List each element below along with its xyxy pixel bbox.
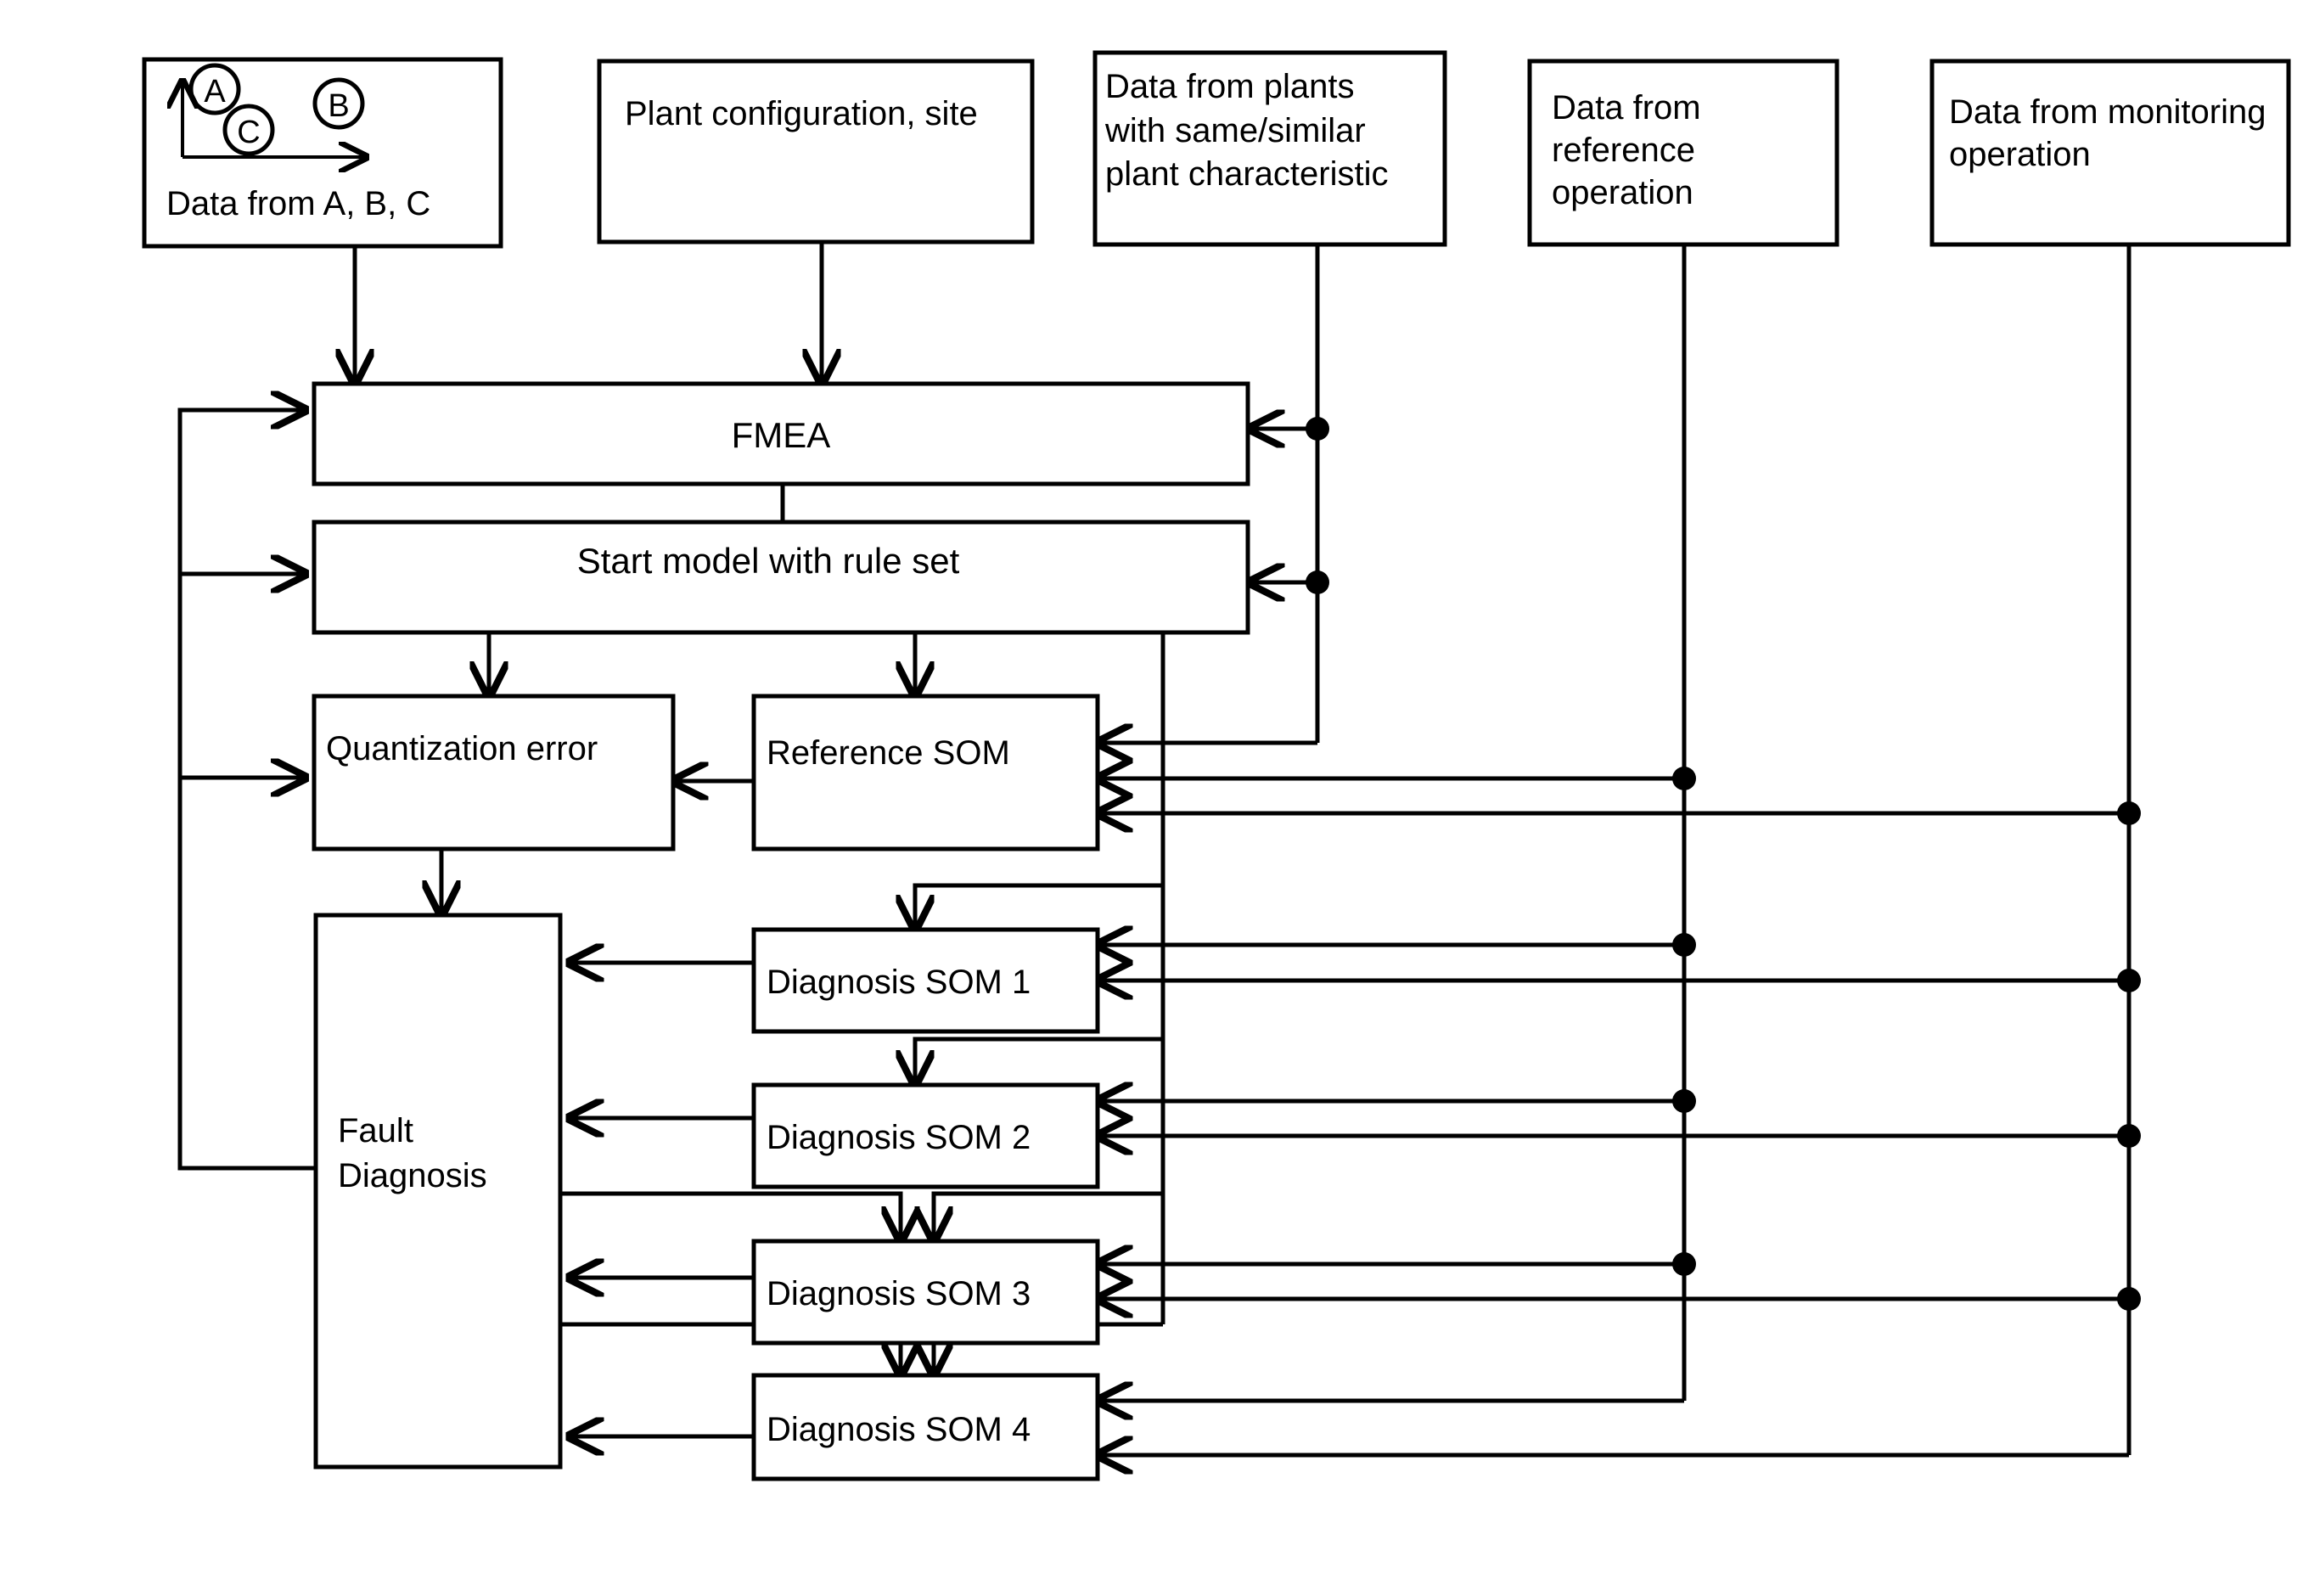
source-box-data-abc[interactable]: A C B Data from A, B, C: [142, 57, 503, 249]
flow-diagram-svg: A C B Data from A, B, C Plant configurat…: [142, 50, 2291, 1481]
junction-dot-fmea: [1306, 417, 1329, 441]
source-box-plant-config-label: Plant configuration, site: [625, 95, 978, 132]
process-box-start-model[interactable]: Start model with rule set: [312, 520, 1250, 635]
process-box-diagnosis-som-4[interactable]: Diagnosis SOM 4: [751, 1373, 1100, 1481]
process-box-diagnosis-som-2-label: Diagnosis SOM 2: [767, 1119, 1031, 1156]
flow-diagram-canvas: A C B Data from A, B, C Plant configurat…: [0, 0, 2314, 1596]
edge-start-model-to-som2-top: [915, 1037, 1163, 1085]
process-box-diagnosis-som-4-label: Diagnosis SOM 4: [767, 1411, 1031, 1448]
source-box-data-reference-line1: Data from: [1552, 89, 1701, 126]
junction-dot-reference-som-ref: [1672, 767, 1696, 790]
process-box-start-model-label: Start model with rule set: [577, 541, 960, 581]
junction-dot-reference-som-mon: [2117, 801, 2141, 825]
process-box-diagnosis-som-3-label: Diagnosis SOM 3: [767, 1275, 1031, 1312]
junction-dot-som2-mon: [2117, 1124, 2141, 1148]
edge-start-model-to-som3-top: [934, 1191, 1163, 1241]
process-box-diagnosis-som-3[interactable]: Diagnosis SOM 3: [751, 1239, 1100, 1346]
process-box-fmea[interactable]: FMEA: [312, 381, 1250, 486]
edge-start-model-to-som1-top: [915, 883, 1163, 930]
source-box-data-plants-line3: plant characteristic: [1105, 155, 1388, 193]
source-box-data-plants-line1: Data from plants: [1105, 68, 1354, 105]
process-box-fault-diagnosis-line1: Fault: [338, 1112, 413, 1149]
source-box-data-monitoring[interactable]: Data from monitoring operation: [1929, 59, 2291, 247]
source-box-plant-config-rect: [597, 59, 1035, 244]
process-box-quantization-error[interactable]: Quantization error: [312, 694, 676, 851]
process-box-reference-som[interactable]: Reference SOM: [751, 694, 1100, 851]
source-box-plant-config[interactable]: Plant configuration, site: [597, 59, 1035, 244]
legend-letter-b: B: [328, 88, 349, 124]
source-box-data-reference[interactable]: Data from reference operation: [1527, 59, 1839, 247]
junction-dot-start-model: [1306, 570, 1329, 594]
source-box-data-monitoring-line1: Data from monitoring: [1949, 93, 2266, 131]
process-box-quantization-error-label: Quantization error: [326, 730, 598, 767]
process-box-fault-diagnosis[interactable]: Fault Diagnosis: [313, 913, 563, 1470]
edge-fault-diagnosis-to-som3-top: [560, 1191, 901, 1241]
source-box-data-monitoring-line2: operation: [1949, 136, 2091, 173]
process-box-reference-som-rect: [751, 694, 1100, 851]
process-box-diagnosis-som-2[interactable]: Diagnosis SOM 2: [751, 1082, 1100, 1189]
process-box-fault-diagnosis-line2: Diagnosis: [338, 1157, 487, 1194]
junction-dot-som2-ref: [1672, 1089, 1696, 1113]
source-box-data-abc-label: Data from A, B, C: [166, 185, 430, 222]
process-box-quantization-error-rect: [312, 694, 676, 851]
legend-letter-a: A: [204, 74, 226, 110]
source-box-data-plants[interactable]: Data from plants with same/similar plant…: [1092, 50, 1447, 247]
process-box-reference-som-label: Reference SOM: [767, 734, 1010, 772]
source-box-data-reference-line2: reference: [1552, 132, 1695, 169]
junction-dot-som3-mon: [2117, 1287, 2141, 1311]
junction-dot-som1-mon: [2117, 969, 2141, 992]
source-box-data-plants-line2: with same/similar: [1104, 112, 1366, 149]
process-box-diagnosis-som-1[interactable]: Diagnosis SOM 1: [751, 927, 1100, 1034]
process-box-diagnosis-som-1-label: Diagnosis SOM 1: [767, 964, 1031, 1001]
legend-letter-c: C: [237, 115, 260, 150]
junction-dot-som3-ref: [1672, 1252, 1696, 1276]
process-box-fmea-label: FMEA: [732, 415, 831, 455]
source-box-data-reference-line3: operation: [1552, 174, 1693, 211]
junction-dot-som1-ref: [1672, 933, 1696, 957]
